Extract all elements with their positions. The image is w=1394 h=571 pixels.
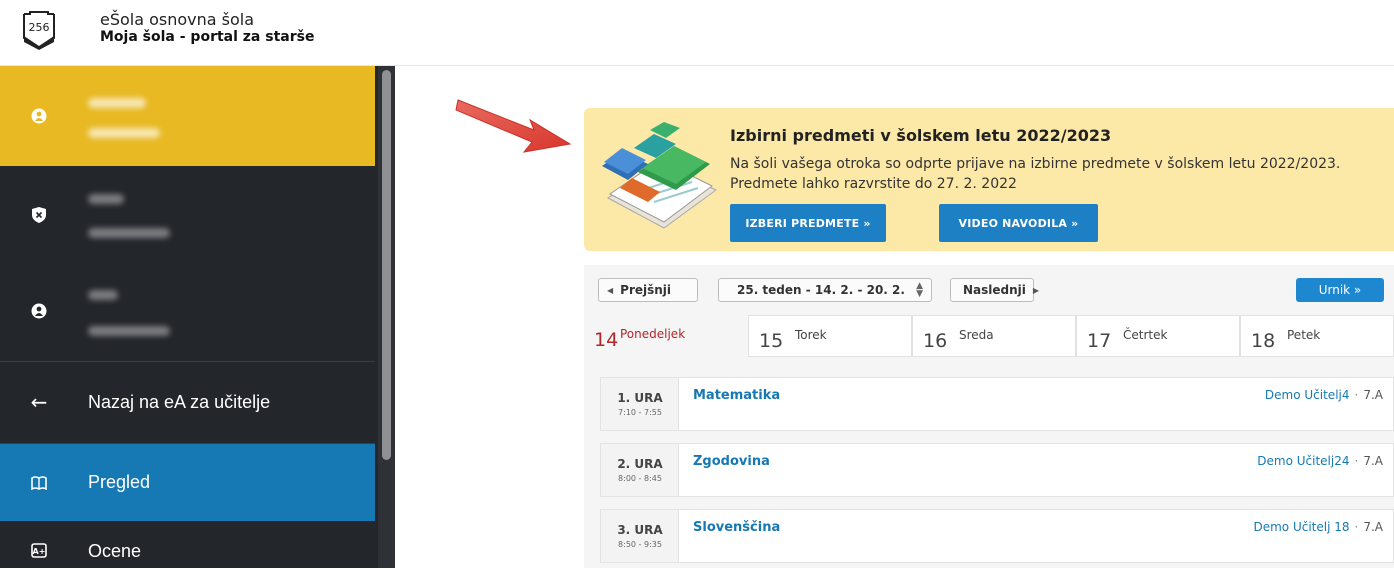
day-number: 17 [1087,330,1112,352]
lesson-hour: 2. URA [617,457,663,471]
lesson-hour: 3. URA [617,523,663,537]
banner-title: Izbirni predmeti v šolskem letu 2022/202… [730,126,1112,145]
day-tab-tuesday[interactable]: 15 Torek [748,315,912,357]
day-tab-wednesday[interactable]: 16 Sreda [912,315,1076,357]
week-label: 25. teden - 14. 2. - 20. 2. [737,283,905,297]
lesson-time: 8:00 - 8:45 [618,474,662,483]
lesson-time: 7:10 - 7:55 [618,408,662,417]
day-tab-monday[interactable]: 14 Ponedeljek [584,315,748,357]
elective-subjects-banner: Izbirni predmeti v šolskem letu 2022/202… [584,108,1394,251]
lesson-teacher-info: Demo Učitelj4 · 7.A [1265,388,1383,402]
lesson-hour-box: 3. URA 8:50 - 9:35 [601,510,679,562]
annotation-arrow-icon [455,99,572,153]
day-name: Ponedeljek [620,327,686,341]
redacted-name [88,194,124,204]
lesson-hour-box: 2. URA 8:00 - 8:45 [601,444,679,496]
lesson-teacher-info: Demo Učitelj24 · 7.A [1257,454,1383,468]
day-name: Četrtek [1123,328,1168,342]
sidebar: ← Nazaj na eA za učitelje Pregled A+ Oce… [0,66,395,568]
lesson-time: 8:50 - 9:35 [618,540,662,549]
lesson-teacher[interactable]: Demo Učitelj 18 [1253,520,1349,534]
separator: · [1354,520,1359,534]
child-icon [28,300,50,322]
weekly-schedule: ◀ Prejšnji 25. teden - 14. 2. - 20. 2. ▲… [584,265,1394,568]
separator: · [1354,388,1359,402]
day-number: 16 [923,330,948,352]
next-label: Naslednji [963,283,1026,297]
app-header: 256 eŠola osnovna šola Moja šola - porta… [0,0,1394,66]
previous-week-button[interactable]: ◀ Prejšnji [598,278,698,302]
day-name: Torek [795,328,827,342]
redacted-name [88,98,146,108]
lesson-subject[interactable]: Matematika [693,388,780,403]
documents-illustration-icon [602,122,717,229]
caret-left-icon: ◀ [607,285,614,295]
lesson-class: 7.A [1363,520,1383,534]
week-select[interactable]: 25. teden - 14. 2. - 20. 2. ▲ ▼ [718,278,932,302]
child-icon [28,105,50,127]
caret-right-icon: ▶ [1032,285,1040,295]
video-instructions-button[interactable]: VIDEO NAVODILA » [939,204,1098,242]
sidebar-item-label: Pregled [88,472,151,492]
sidebar-item-ocene[interactable]: A+ Ocene [0,521,375,571]
redacted-surname [88,326,170,336]
portal-name: Moja šola - portal za starše [100,29,315,45]
school-logo-icon[interactable]: 256 [22,10,56,50]
sidebar-scroll-thumb[interactable] [382,70,391,460]
arrow-left-icon: ← [30,390,48,414]
select-arrows-icon: ▲ ▼ [916,281,923,299]
svg-text:256: 256 [29,21,50,34]
lesson-class: 7.A [1363,388,1383,402]
shield-icon [28,204,50,226]
prev-label: Prejšnji [620,283,672,297]
redacted-surname [88,128,160,138]
lesson-hour-box: 1. URA 7:10 - 7:55 [601,378,679,430]
sidebar-item-label: Ocene [88,541,142,561]
lesson-row[interactable]: 3. URA 8:50 - 9:35 Slovenščina Demo Učit… [600,509,1394,563]
separator: · [1354,454,1359,468]
day-number: 14 [594,329,619,351]
redacted-name [88,290,118,300]
day-name: Sreda [959,328,994,342]
day-tabs: 14 Ponedeljek 15 Torek 16 Sreda 17 Četrt… [584,315,1394,357]
lesson-subject[interactable]: Zgodovina [693,454,770,469]
school-name: eŠola osnovna šola [100,10,255,29]
redacted-surname [88,228,170,238]
grade-icon: A+ [28,539,50,561]
day-tab-friday[interactable]: 18 Petek [1240,315,1394,357]
lesson-teacher[interactable]: Demo Učitelj24 [1257,454,1349,468]
lesson-class: 7.A [1363,454,1383,468]
choose-subjects-button[interactable]: IZBERI PREDMETE » [730,204,886,242]
lesson-hour: 1. URA [617,391,663,405]
lesson-subject[interactable]: Slovenščina [693,520,780,535]
sidebar-child-3[interactable] [0,262,375,362]
book-icon [28,472,50,494]
banner-text: Na šoli vašega otroka so odprte prijave … [730,156,1341,192]
lesson-row[interactable]: 1. URA 7:10 - 7:55 Matematika Demo Učite… [600,377,1394,431]
sidebar-child-1[interactable] [0,66,375,172]
day-name: Petek [1287,328,1321,342]
sidebar-child-2[interactable] [0,166,375,262]
day-number: 18 [1251,330,1276,352]
lesson-row[interactable]: 2. URA 8:00 - 8:45 Zgodovina Demo Učitel… [600,443,1394,497]
back-to-teachers-link[interactable]: ← Nazaj na eA za učitelje [0,362,375,444]
day-number: 15 [759,330,784,352]
timetable-button[interactable]: Urnik » [1296,278,1384,302]
day-tab-thursday[interactable]: 17 Četrtek [1076,315,1240,357]
svg-text:A+: A+ [33,547,46,556]
next-week-button[interactable]: Naslednji ▶ [950,278,1039,302]
lesson-teacher[interactable]: Demo Učitelj4 [1265,388,1350,402]
sidebar-item-pregled[interactable]: Pregled [0,444,375,521]
lesson-teacher-info: Demo Učitelj 18 · 7.A [1253,520,1383,534]
back-label: Nazaj na eA za učitelje [88,392,271,412]
